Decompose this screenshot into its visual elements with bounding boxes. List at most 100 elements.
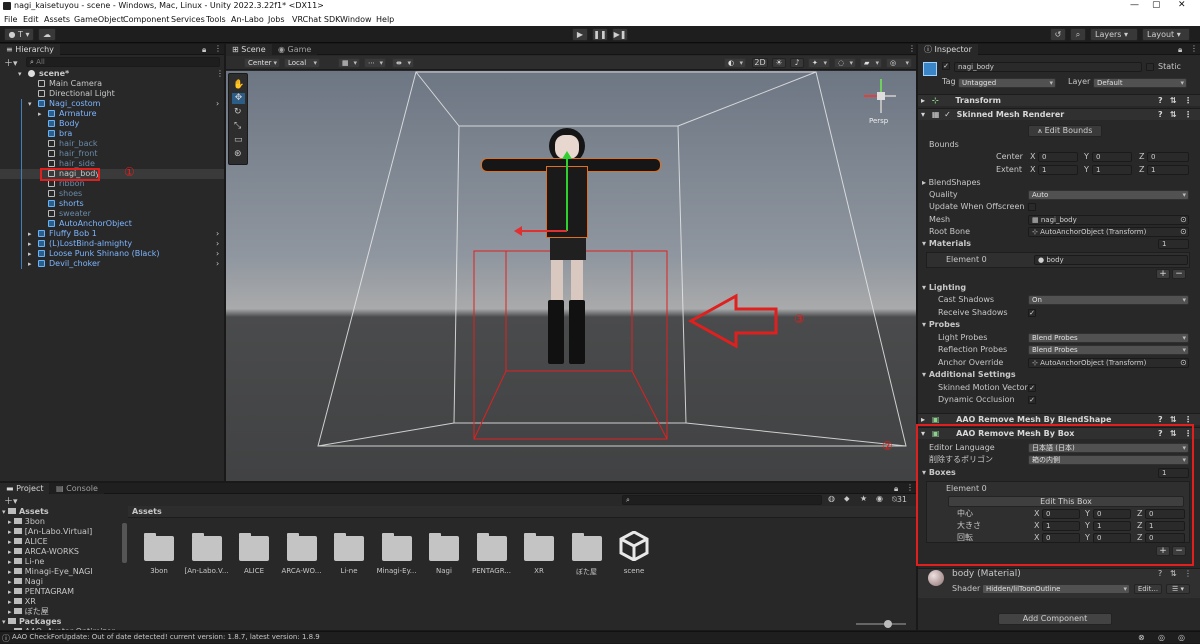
rotate-tool-icon[interactable]: ↻ — [234, 107, 242, 117]
cast-shadows-dropdown[interactable]: On — [1028, 295, 1189, 305]
hierarchy-item[interactable]: sweater — [0, 209, 224, 219]
hierarchy-item[interactable]: ▸ (L)LostBind-almighty › — [0, 239, 224, 249]
layout-dropdown[interactable]: Layout ▾ — [1142, 28, 1190, 41]
folder-icon[interactable] — [381, 533, 412, 561]
blendshapes-foldout[interactable]: ▸ BlendShapes — [922, 178, 981, 188]
anchor-override-field[interactable]: ⊹ AutoAnchorObject (Transform) — [1028, 358, 1189, 368]
project-tree-item[interactable]: ▾ Assets — [2, 507, 49, 517]
material-header-label[interactable]: body (Material) — [952, 569, 1021, 579]
cloud-icon[interactable]: ☁ — [38, 28, 56, 41]
2d-toggle[interactable]: 2D — [752, 58, 768, 68]
hierarchy-item[interactable]: AutoAnchorObject — [0, 219, 224, 229]
scene-menu-icon[interactable]: ⋮ — [216, 69, 224, 79]
project-tree-item[interactable]: ▾ Packages — [2, 617, 61, 627]
menu-file[interactable]: File — [4, 15, 17, 24]
hierarchy-item[interactable]: ribbon — [0, 179, 224, 189]
preset-icon[interactable]: ⇅ — [1170, 109, 1177, 121]
minimize-icon[interactable]: — — [1130, 0, 1139, 10]
breadcrumb-assets[interactable]: Assets — [132, 507, 162, 516]
quality-dropdown[interactable]: Auto — [1028, 190, 1189, 200]
menu-help[interactable]: Help — [376, 15, 394, 24]
tab-project[interactable]: ▬ Project — [0, 483, 50, 494]
tab-inspector[interactable]: ⓘ Inspector — [918, 44, 978, 55]
chevron-right-icon[interactable]: ▸ — [28, 229, 32, 239]
tag-dropdown[interactable]: Untagged — [958, 78, 1056, 88]
layers-dropdown[interactable]: Layers ▾ — [1090, 28, 1138, 41]
tab-hierarchy[interactable]: ≡ Hierarchy — [0, 44, 60, 55]
bounds-extent-y[interactable]: 1 — [1092, 165, 1132, 175]
root-bone-field[interactable]: ⊹ AutoAnchorObject (Transform) — [1028, 227, 1189, 237]
zoom-slider-handle[interactable] — [884, 620, 892, 628]
transform-tool-icon[interactable]: ⊛ — [234, 149, 242, 159]
chevron-right-icon[interactable]: ▸ — [28, 249, 32, 259]
project-tree-item[interactable]: ▸ Li-ne — [8, 557, 44, 567]
progress-icon[interactable]: ◎ — [1178, 633, 1185, 642]
transform-header[interactable]: ▸ ⊹ Transform ? ⇅ ⋮ — [918, 94, 1200, 106]
panel-menu-icon[interactable]: ⋮ — [1190, 44, 1198, 53]
material-element-field[interactable]: ● body — [1034, 255, 1188, 265]
bounds-extent-x[interactable]: 1 — [1038, 165, 1078, 175]
chevron-down-icon[interactable]: ▾ — [28, 99, 32, 109]
receive-shadows-checkbox[interactable]: ✓ — [1028, 309, 1036, 317]
hierarchy-item[interactable]: hair_side — [0, 159, 224, 169]
hierarchy-item[interactable]: hair_front — [0, 149, 224, 159]
menu-gameobject[interactable]: GameObject — [74, 15, 124, 24]
tab-console[interactable]: ▤ Console — [50, 483, 104, 494]
hierarchy-item[interactable]: Main Camera — [0, 79, 224, 89]
mesh-field[interactable]: ▦ nagi_body — [1028, 215, 1189, 225]
hierarchy-item[interactable]: bra — [0, 129, 224, 139]
edit-bounds-button[interactable]: ⩚ Edit Bounds — [1028, 125, 1102, 137]
additional-settings-foldout[interactable]: ▾ Additional Settings — [922, 370, 1016, 380]
scale-tool-icon[interactable]: ⤡ — [234, 121, 241, 131]
persp-label[interactable]: Persp — [869, 117, 888, 125]
status-message[interactable]: AAO CheckForUpdate: Out of date detected… — [12, 633, 320, 641]
hierarchy-item[interactable]: ▸ Loose Punk Shinano (Black) › — [0, 249, 224, 259]
folder-icon[interactable] — [239, 533, 269, 561]
menu-tools[interactable]: Tools — [206, 15, 226, 24]
chevron-right-icon[interactable]: › — [216, 229, 219, 239]
pause-button[interactable]: ❚❚ — [592, 28, 608, 41]
audio-toggle[interactable]: ♪ — [790, 58, 804, 68]
grid-dropdown[interactable]: ▦ — [338, 58, 360, 68]
add-component-button[interactable]: Add Component — [998, 613, 1112, 625]
chevron-right-icon[interactable]: ▸ — [38, 109, 42, 119]
project-tree-item[interactable]: ▸ [An-Labo.Virtual] — [8, 527, 92, 537]
scene-viewport[interactable]: ③ ✋ ✥ ↻ ⤡ ▭ ⊛ Persp — [226, 71, 916, 481]
update-offscreen-checkbox[interactable] — [1028, 203, 1036, 211]
link-icon[interactable]: ⊗ — [1138, 633, 1145, 642]
menu-assets[interactable]: Assets — [44, 15, 70, 24]
folder-icon[interactable] — [571, 533, 602, 561]
chevron-down-icon[interactable]: ▾ — [18, 69, 22, 79]
lock-icon[interactable]: 🔒︎ — [1178, 45, 1182, 55]
chevron-right-icon[interactable]: › — [216, 99, 219, 109]
hierarchy-item[interactable]: shorts — [0, 199, 224, 209]
history-icon[interactable]: ↺ — [1050, 28, 1066, 41]
hierarchy-item[interactable]: hair_back — [0, 139, 224, 149]
hierarchy-item[interactable]: Directional Light — [0, 89, 224, 99]
folder-icon[interactable] — [144, 533, 174, 561]
gizmos-dropdown[interactable]: ◎ — [886, 58, 912, 68]
component-menu-icon[interactable]: ⋮ — [1184, 569, 1192, 578]
help-icon[interactable]: ? — [1158, 95, 1163, 107]
menu-services[interactable]: Services — [171, 15, 205, 24]
lock-icon[interactable]: 🔒︎ — [202, 45, 206, 55]
project-tree-item[interactable]: ▸ Nagi — [8, 577, 43, 587]
increment-dropdown[interactable]: ⇼ — [392, 58, 414, 68]
folder-icon[interactable] — [524, 533, 554, 561]
shader-edit-button[interactable]: Edit... — [1134, 584, 1162, 594]
hierarchy-item[interactable]: ▸ Armature — [0, 109, 224, 119]
hierarchy-item[interactable]: Body — [0, 119, 224, 129]
help-icon[interactable]: ? — [1158, 569, 1162, 578]
tab-scene[interactable]: ⊞ Scene — [226, 44, 272, 55]
folder-icon[interactable] — [476, 533, 507, 561]
component-menu-icon[interactable]: ⋮ — [1184, 109, 1192, 121]
object-picker-icon[interactable]: ⊙ — [1180, 358, 1187, 368]
chevron-right-icon[interactable]: › — [216, 239, 219, 249]
hand-tool-icon[interactable]: ✋ — [233, 80, 244, 90]
folder-icon[interactable] — [286, 533, 317, 561]
smr-enabled-checkbox[interactable]: ✓ — [944, 110, 951, 119]
preset-icon[interactable]: ⇅ — [1170, 569, 1177, 578]
active-checkbox[interactable]: ✓ — [942, 62, 950, 70]
object-name-field[interactable]: nagi_body — [954, 62, 1142, 72]
account-button[interactable]: ● T ▾ — [4, 28, 34, 41]
